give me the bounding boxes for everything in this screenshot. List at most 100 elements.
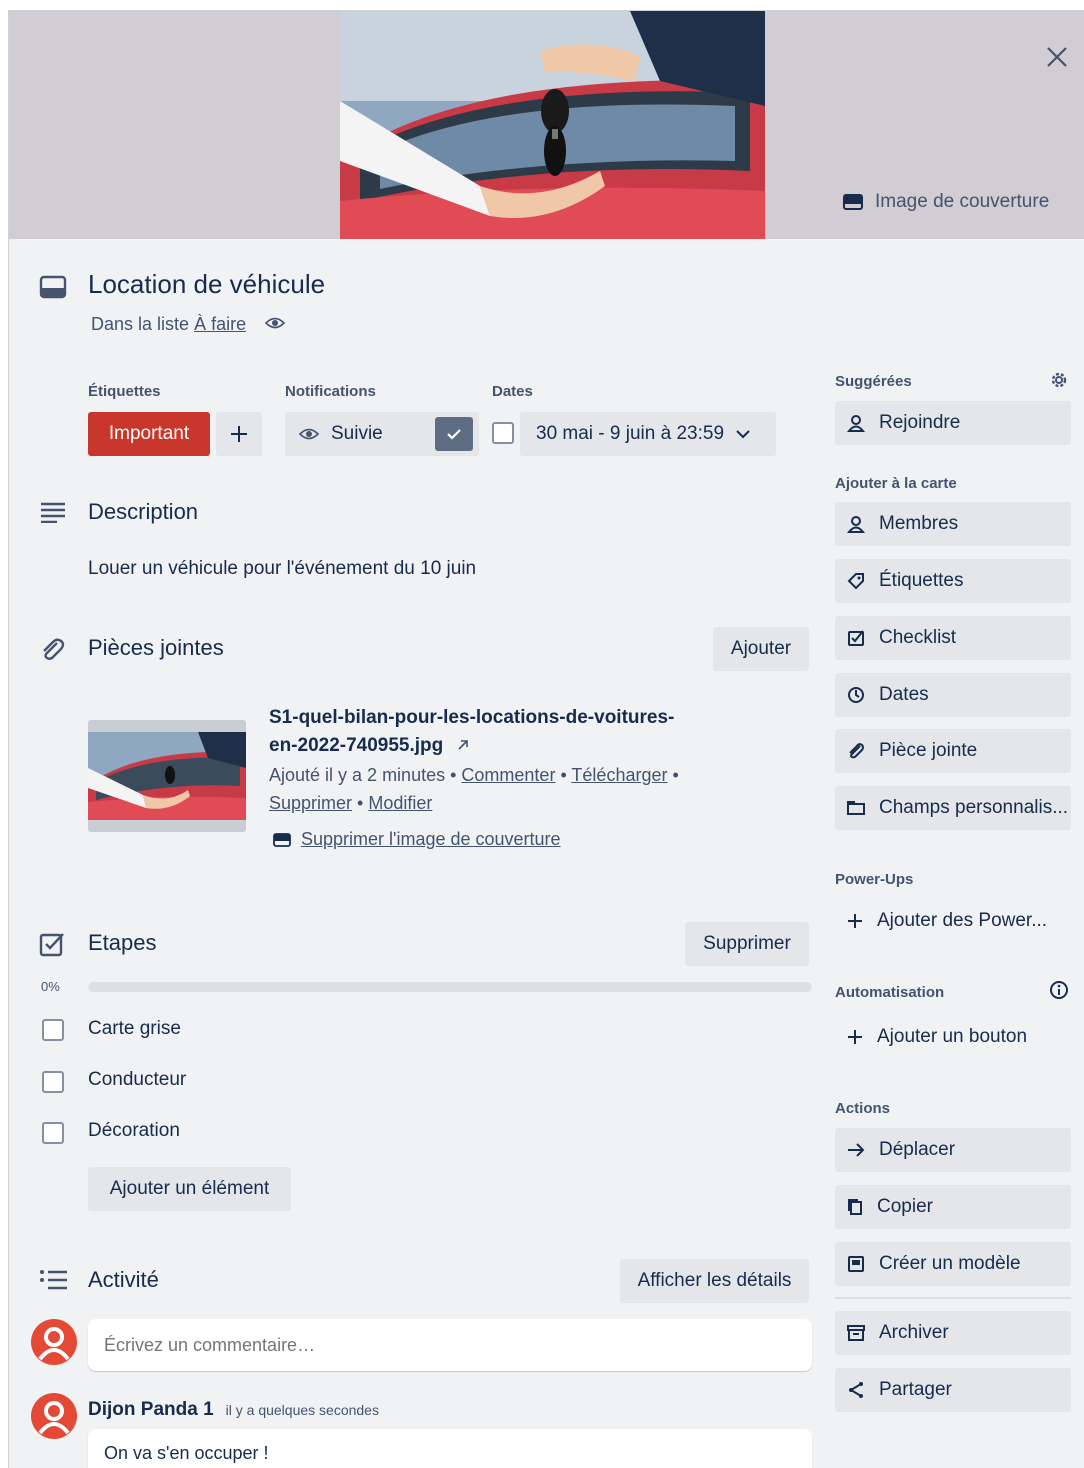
list-name-link[interactable]: À faire [194,314,246,334]
move-button[interactable]: Déplacer [835,1128,1071,1172]
clock-icon [847,686,865,704]
watch-label: Suivie [331,423,383,444]
external-link-icon [457,739,469,751]
attachment-thumbnail[interactable] [88,720,246,832]
remove-cover-link[interactable]: Supprimer l'image de couverture [301,829,561,850]
dates-value: 30 mai - 9 juin à 23:59 [536,423,725,444]
description-icon [39,501,67,523]
avatar[interactable] [31,1393,77,1439]
make-template-button[interactable]: Créer un modèle [835,1242,1071,1286]
card-detail-window: Image de couverture Location de véhicule… [8,10,1084,1468]
checklist-item-label[interactable]: Carte grise [88,1018,181,1040]
move-label: Déplacer [879,1139,956,1160]
checklist-item-label[interactable]: Décoration [88,1120,180,1142]
eye-icon [265,316,286,330]
share-button[interactable]: Partager [835,1368,1071,1412]
paperclip-icon [847,742,865,760]
description-text[interactable]: Louer un véhicule pour l'événement du 10… [88,558,476,580]
checklist-icon [847,629,865,647]
checklist-heading[interactable]: Etapes [88,930,157,956]
copy-icon [847,1198,863,1216]
labels-heading: Étiquettes [88,383,161,400]
add-button-label: Ajouter un bouton [877,1026,1028,1047]
add-attachment-button[interactable]: Ajouter [713,627,809,671]
delete-checklist-button[interactable]: Supprimer [685,922,809,966]
checklist-item-checkbox[interactable] [42,1071,64,1093]
watch-button[interactable]: Suivie [285,412,479,456]
checklist-item-checkbox[interactable] [42,1019,64,1041]
comment-input[interactable] [88,1319,812,1371]
remove-cover-action[interactable]: Supprimer l'image de couverture [273,829,561,850]
attachment-filename-line1: S1-quel-bilan-pour-les-locations-de-voit… [269,707,675,728]
copy-button[interactable]: Copier [835,1185,1071,1229]
attachment-filename-line2: en-2022-740955.jpg [269,732,674,760]
due-date-checkbox[interactable] [492,422,514,444]
share-icon [847,1381,865,1399]
label-important[interactable]: Important [88,412,210,456]
paperclip-icon [39,637,65,663]
arrow-right-icon [847,1143,865,1157]
template-icon [847,1255,865,1273]
checklist-button[interactable]: Checklist [835,616,1071,660]
suggested-heading: Suggérées [835,373,912,390]
attachment-edit-link[interactable]: Modifier [368,793,432,813]
cover-image-button[interactable]: Image de couverture [835,185,1057,219]
info-icon[interactable] [1049,980,1069,1000]
card-cover-icon [273,832,291,847]
actions-divider [835,1297,1071,1299]
card-icon [39,275,67,299]
members-label: Membres [879,513,959,534]
cover-image [340,11,765,239]
plus-icon [847,913,863,929]
checklist-label: Checklist [879,627,957,648]
attachment-added: Ajouté il y a 2 minutes [269,765,446,785]
custom-fields-button[interactable]: Champs personnalis... [835,786,1071,830]
copy-label: Copier [877,1196,933,1217]
card-title[interactable]: Location de véhicule [88,269,325,300]
share-label: Partager [879,1379,952,1400]
attachment-comment-link[interactable]: Commenter [461,765,555,785]
dates-sidebar-button[interactable]: Dates [835,673,1071,717]
checklist-item-label[interactable]: Conducteur [88,1069,186,1091]
add-button-button[interactable]: Ajouter un bouton [835,1015,1071,1059]
attachment-sidebar-button[interactable]: Pièce jointe [835,729,1071,773]
members-button[interactable]: Membres [835,502,1071,546]
checklist-icon [39,931,65,957]
add-powerups-button[interactable]: Ajouter des Power... [835,899,1071,943]
checklist-item-checkbox[interactable] [42,1122,64,1144]
activity-icon [39,1269,69,1291]
add-label-button[interactable] [216,412,262,456]
archive-button[interactable]: Archiver [835,1311,1071,1355]
dates-button[interactable]: 30 mai - 9 juin à 23:59 [520,412,776,456]
attachment-download-link[interactable]: Télécharger [571,765,667,785]
attachment-sidebar-label: Pièce jointe [879,740,978,761]
join-button[interactable]: Rejoindre [835,401,1071,445]
close-button[interactable] [1039,39,1075,75]
archive-label: Archiver [879,1322,949,1343]
comment-header: Dijon Panda 1 il y a quelques secondes [88,1399,379,1421]
description-heading: Description [88,499,199,524]
cover-image-label: Image de couverture [875,191,1050,212]
avatar[interactable] [31,1319,77,1365]
chevron-down-icon [736,429,750,439]
add-checklist-item-button[interactable]: Ajouter un élément [88,1167,291,1211]
attachment-meta: Ajouté il y a 2 minutes • Commenter • Té… [269,765,679,813]
custom-fields-label: Champs personnalis... [879,797,1069,818]
close-icon [1047,47,1067,67]
plus-icon [847,1029,863,1045]
list-location-prefix: Dans la liste [91,314,190,334]
attachments-heading: Pièces jointes [88,635,224,660]
custom-fields-icon [847,800,865,816]
comment-author[interactable]: Dijon Panda 1 [88,1399,214,1421]
comment-time[interactable]: il y a quelques secondes [226,1402,379,1418]
attachment-filename[interactable]: S1-quel-bilan-pour-les-locations-de-voit… [269,704,674,760]
activity-heading: Activité [88,1267,159,1292]
card-cover-icon [843,194,863,210]
attachment-delete-link[interactable]: Supprimer [269,793,352,813]
tag-icon [847,572,865,590]
show-details-button[interactable]: Afficher les détails [620,1259,809,1303]
person-icon [847,515,865,533]
make-template-label: Créer un modèle [879,1253,1021,1274]
gear-icon[interactable] [1049,370,1069,390]
labels-button[interactable]: Étiquettes [835,559,1071,603]
